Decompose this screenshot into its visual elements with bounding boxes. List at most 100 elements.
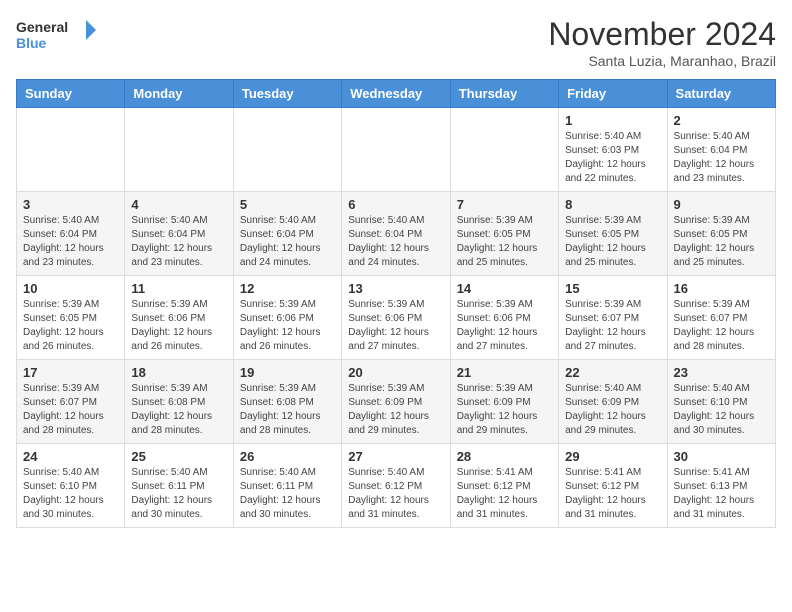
calendar-cell: 1 Sunrise: 5:40 AM Sunset: 6:03 PM Daylig… bbox=[559, 108, 667, 192]
day-info: Sunrise: 5:39 AM Sunset: 6:07 PM Dayligh… bbox=[674, 298, 769, 354]
day-info: Sunrise: 5:41 AM Sunset: 6:12 PM Dayligh… bbox=[457, 466, 552, 522]
weekday-header-row: SundayMondayTuesdayWednesdayThursdayFrid… bbox=[17, 80, 776, 108]
logo-svg: General Blue bbox=[16, 16, 96, 60]
calendar-week-row: 1 Sunrise: 5:40 AM Sunset: 6:03 PM Daylig… bbox=[17, 108, 776, 192]
day-info: Sunrise: 5:39 AM Sunset: 6:09 PM Dayligh… bbox=[457, 382, 552, 438]
logo: General Blue bbox=[16, 16, 96, 60]
day-number: 22 bbox=[565, 365, 660, 380]
day-number: 5 bbox=[240, 197, 335, 212]
day-number: 1 bbox=[565, 113, 660, 128]
calendar-cell: 11 Sunrise: 5:39 AM Sunset: 6:06 PM Dayli… bbox=[125, 276, 233, 360]
day-number: 27 bbox=[348, 449, 443, 464]
calendar-cell: 2 Sunrise: 5:40 AM Sunset: 6:04 PM Daylig… bbox=[667, 108, 775, 192]
day-number: 16 bbox=[674, 281, 769, 296]
calendar-cell: 22Sunrise: 5:40 AM Sunset: 6:09 PM Dayli… bbox=[559, 360, 667, 444]
day-info: Sunrise: 5:40 AM Sunset: 6:10 PM Dayligh… bbox=[23, 466, 118, 522]
calendar-table: SundayMondayTuesdayWednesdayThursdayFrid… bbox=[16, 79, 776, 528]
calendar-cell bbox=[342, 108, 450, 192]
day-number: 13 bbox=[348, 281, 443, 296]
day-number: 2 bbox=[674, 113, 769, 128]
calendar-cell: 20 Sunrise: 5:39 AM Sunset: 6:09 PM Dayli… bbox=[342, 360, 450, 444]
svg-text:General: General bbox=[16, 19, 68, 35]
calendar-week-row: 3Sunrise: 5:40 AM Sunset: 6:04 PM Daylig… bbox=[17, 192, 776, 276]
day-number: 28 bbox=[457, 449, 552, 464]
calendar-cell bbox=[17, 108, 125, 192]
day-number: 29 bbox=[565, 449, 660, 464]
calendar-cell: 4 Sunrise: 5:40 AM Sunset: 6:04 PM Daylig… bbox=[125, 192, 233, 276]
calendar-week-row: 17Sunrise: 5:39 AM Sunset: 6:07 PM Dayli… bbox=[17, 360, 776, 444]
page: General Blue November 2024 Santa Luzia, … bbox=[0, 0, 792, 544]
calendar-cell: 19 Sunrise: 5:39 AM Sunset: 6:08 PM Dayli… bbox=[233, 360, 341, 444]
calendar-cell: 26 Sunrise: 5:40 AM Sunset: 6:11 PM Dayli… bbox=[233, 444, 341, 528]
weekday-header-saturday: Saturday bbox=[667, 80, 775, 108]
day-info: Sunrise: 5:39 AM Sunset: 6:07 PM Dayligh… bbox=[23, 382, 118, 438]
day-info: Sunrise: 5:40 AM Sunset: 6:11 PM Dayligh… bbox=[240, 466, 335, 522]
calendar-cell: 6 Sunrise: 5:40 AM Sunset: 6:04 PM Daylig… bbox=[342, 192, 450, 276]
calendar-cell: 24 Sunrise: 5:40 AM Sunset: 6:10 PM Dayli… bbox=[17, 444, 125, 528]
day-number: 20 bbox=[348, 365, 443, 380]
day-info: Sunrise: 5:39 AM Sunset: 6:05 PM Dayligh… bbox=[674, 214, 769, 270]
calendar-cell: 17Sunrise: 5:39 AM Sunset: 6:07 PM Dayli… bbox=[17, 360, 125, 444]
subtitle: Santa Luzia, Maranhao, Brazil bbox=[548, 53, 776, 69]
day-info: Sunrise: 5:39 AM Sunset: 6:05 PM Dayligh… bbox=[565, 214, 660, 270]
calendar-cell: 3Sunrise: 5:40 AM Sunset: 6:04 PM Daylig… bbox=[17, 192, 125, 276]
day-number: 15 bbox=[565, 281, 660, 296]
day-number: 21 bbox=[457, 365, 552, 380]
calendar-cell bbox=[450, 108, 558, 192]
day-number: 30 bbox=[674, 449, 769, 464]
day-info: Sunrise: 5:40 AM Sunset: 6:04 PM Dayligh… bbox=[131, 214, 226, 270]
calendar-cell: 5Sunrise: 5:40 AM Sunset: 6:04 PM Daylig… bbox=[233, 192, 341, 276]
calendar-cell: 7Sunrise: 5:39 AM Sunset: 6:05 PM Daylig… bbox=[450, 192, 558, 276]
day-info: Sunrise: 5:39 AM Sunset: 6:09 PM Dayligh… bbox=[348, 382, 443, 438]
calendar-week-row: 24 Sunrise: 5:40 AM Sunset: 6:10 PM Dayli… bbox=[17, 444, 776, 528]
day-number: 6 bbox=[348, 197, 443, 212]
day-info: Sunrise: 5:39 AM Sunset: 6:08 PM Dayligh… bbox=[240, 382, 335, 438]
day-info: Sunrise: 5:39 AM Sunset: 6:06 PM Dayligh… bbox=[348, 298, 443, 354]
month-title: November 2024 bbox=[548, 16, 776, 53]
calendar-cell: 10Sunrise: 5:39 AM Sunset: 6:05 PM Dayli… bbox=[17, 276, 125, 360]
calendar-cell: 27Sunrise: 5:40 AM Sunset: 6:12 PM Dayli… bbox=[342, 444, 450, 528]
day-number: 18 bbox=[131, 365, 226, 380]
day-info: Sunrise: 5:40 AM Sunset: 6:11 PM Dayligh… bbox=[131, 466, 226, 522]
calendar-cell: 16 Sunrise: 5:39 AM Sunset: 6:07 PM Dayli… bbox=[667, 276, 775, 360]
calendar-cell: 23 Sunrise: 5:40 AM Sunset: 6:10 PM Dayli… bbox=[667, 360, 775, 444]
calendar-cell: 30 Sunrise: 5:41 AM Sunset: 6:13 PM Dayli… bbox=[667, 444, 775, 528]
day-info: Sunrise: 5:40 AM Sunset: 6:10 PM Dayligh… bbox=[674, 382, 769, 438]
day-number: 26 bbox=[240, 449, 335, 464]
title-section: November 2024 Santa Luzia, Maranhao, Bra… bbox=[548, 16, 776, 69]
calendar-cell: 12Sunrise: 5:39 AM Sunset: 6:06 PM Dayli… bbox=[233, 276, 341, 360]
day-info: Sunrise: 5:40 AM Sunset: 6:03 PM Dayligh… bbox=[565, 130, 660, 186]
day-info: Sunrise: 5:40 AM Sunset: 6:04 PM Dayligh… bbox=[674, 130, 769, 186]
day-number: 9 bbox=[674, 197, 769, 212]
day-info: Sunrise: 5:39 AM Sunset: 6:08 PM Dayligh… bbox=[131, 382, 226, 438]
calendar-cell: 14 Sunrise: 5:39 AM Sunset: 6:06 PM Dayli… bbox=[450, 276, 558, 360]
day-number: 23 bbox=[674, 365, 769, 380]
day-number: 8 bbox=[565, 197, 660, 212]
day-info: Sunrise: 5:39 AM Sunset: 6:05 PM Dayligh… bbox=[457, 214, 552, 270]
calendar-cell: 18 Sunrise: 5:39 AM Sunset: 6:08 PM Dayli… bbox=[125, 360, 233, 444]
calendar-cell: 21 Sunrise: 5:39 AM Sunset: 6:09 PM Dayli… bbox=[450, 360, 558, 444]
day-info: Sunrise: 5:41 AM Sunset: 6:12 PM Dayligh… bbox=[565, 466, 660, 522]
day-info: Sunrise: 5:39 AM Sunset: 6:05 PM Dayligh… bbox=[23, 298, 118, 354]
calendar-cell: 8 Sunrise: 5:39 AM Sunset: 6:05 PM Daylig… bbox=[559, 192, 667, 276]
day-number: 19 bbox=[240, 365, 335, 380]
day-number: 12 bbox=[240, 281, 335, 296]
day-info: Sunrise: 5:40 AM Sunset: 6:04 PM Dayligh… bbox=[23, 214, 118, 270]
weekday-header-wednesday: Wednesday bbox=[342, 80, 450, 108]
day-info: Sunrise: 5:41 AM Sunset: 6:13 PM Dayligh… bbox=[674, 466, 769, 522]
day-number: 4 bbox=[131, 197, 226, 212]
calendar-week-row: 10Sunrise: 5:39 AM Sunset: 6:05 PM Dayli… bbox=[17, 276, 776, 360]
day-number: 11 bbox=[131, 281, 226, 296]
calendar-cell: 25 Sunrise: 5:40 AM Sunset: 6:11 PM Dayli… bbox=[125, 444, 233, 528]
day-number: 24 bbox=[23, 449, 118, 464]
day-info: Sunrise: 5:39 AM Sunset: 6:06 PM Dayligh… bbox=[457, 298, 552, 354]
calendar-cell: 28 Sunrise: 5:41 AM Sunset: 6:12 PM Dayli… bbox=[450, 444, 558, 528]
calendar-cell bbox=[233, 108, 341, 192]
day-number: 14 bbox=[457, 281, 552, 296]
header: General Blue November 2024 Santa Luzia, … bbox=[16, 16, 776, 69]
day-info: Sunrise: 5:40 AM Sunset: 6:04 PM Dayligh… bbox=[348, 214, 443, 270]
day-number: 25 bbox=[131, 449, 226, 464]
weekday-header-monday: Monday bbox=[125, 80, 233, 108]
calendar-cell bbox=[125, 108, 233, 192]
day-info: Sunrise: 5:39 AM Sunset: 6:06 PM Dayligh… bbox=[131, 298, 226, 354]
